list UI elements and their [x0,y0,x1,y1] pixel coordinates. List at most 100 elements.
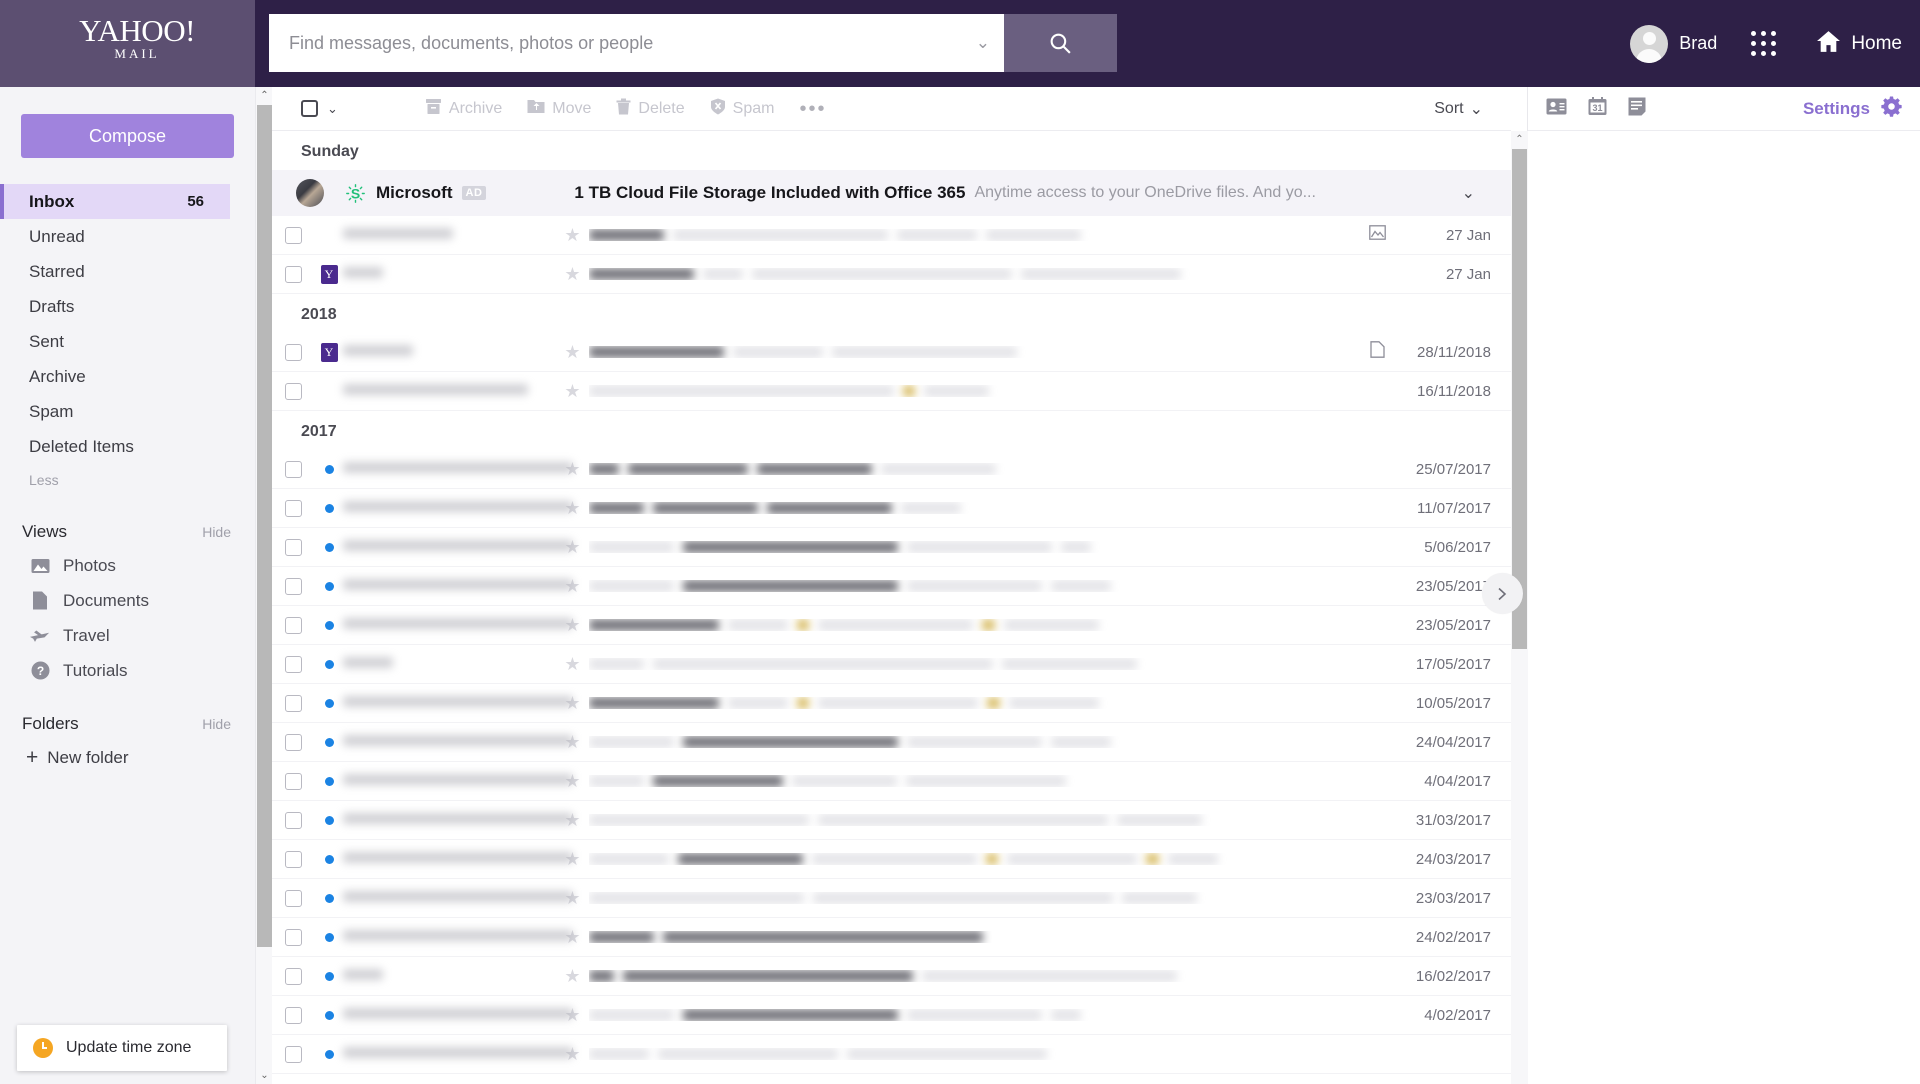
sidebar-item-archive[interactable]: Archive [0,359,255,394]
expand-panel-handle[interactable] [1482,573,1523,614]
chevron-down-icon[interactable]: ⌄ [327,101,338,117]
sidebar-scrollbar-thumb[interactable] [257,105,272,947]
row-checkbox[interactable] [285,733,302,751]
sidebar-item-tutorials[interactable]: ? Tutorials [0,653,255,688]
table-row[interactable]: ★ 16/02/2017 [272,957,1511,996]
row-checkbox[interactable] [285,265,302,283]
select-all-control[interactable]: ⌄ [301,100,338,117]
row-checkbox[interactable] [285,967,302,985]
table-row[interactable]: ★ 17/05/2017 [272,645,1511,684]
select-all-checkbox[interactable] [301,100,318,117]
table-row[interactable]: ★24/02/2017 [272,918,1511,957]
row-checkbox[interactable] [285,226,302,244]
delete-button[interactable]: Delete [616,98,685,120]
sidebar-item-photos[interactable]: Photos [0,548,255,583]
row-checkbox[interactable] [285,343,302,361]
sidebar-item-travel[interactable]: Travel [0,618,255,653]
scroll-down-icon[interactable]: ⌄ [256,1067,273,1084]
row-star-cell[interactable]: ★ [556,226,589,244]
row-star-cell[interactable]: ★ [556,967,589,985]
sidebar-item-unread[interactable]: Unread [0,219,255,254]
home-link[interactable]: Home [1816,30,1902,58]
redacted-sender [343,891,573,902]
table-row[interactable]: ★25/07/2017 [272,450,1511,489]
table-row[interactable]: ★4/04/2017 [272,762,1511,801]
row-checkbox[interactable] [285,460,302,478]
chevron-down-icon[interactable]: ⌄ [1462,183,1475,203]
row-checkbox[interactable] [285,850,302,868]
sidebar-item-starred[interactable]: Starred [0,254,255,289]
row-star-cell[interactable]: ★ [556,265,589,283]
compose-button[interactable]: Compose [21,114,234,158]
table-row[interactable]: ★23/05/2017 [272,606,1511,645]
row-checkbox[interactable] [285,772,302,790]
account-menu[interactable]: Brad [1630,24,1717,63]
folders-hide-toggle[interactable]: Hide [202,716,231,732]
calendar-icon[interactable]: 31 [1588,96,1607,121]
star-icon[interactable]: ★ [564,265,580,283]
star-icon[interactable]: ★ [564,382,580,400]
sidebar-scrollbar[interactable]: ⌃ ⌄ [255,87,272,1084]
scroll-up-icon[interactable]: ⌃ [256,87,273,104]
chevron-down-icon[interactable]: ⌄ [966,33,990,53]
table-row[interactable]: ★10/05/2017 [272,684,1511,723]
table-row[interactable]: ★5/06/2017 [272,528,1511,567]
row-checkbox[interactable] [285,499,302,517]
notepad-icon[interactable] [1628,97,1646,121]
row-checkbox[interactable] [285,616,302,634]
search-button[interactable] [1004,14,1117,72]
row-checkbox[interactable] [285,538,302,556]
row-checkbox[interactable] [285,889,302,907]
row-checkbox[interactable] [285,382,302,400]
message-list-scrollbar-thumb[interactable] [1512,149,1527,649]
row-checkbox[interactable] [285,811,302,829]
row-checkbox[interactable] [285,1006,302,1024]
apps-grid-icon[interactable] [1751,31,1777,56]
sidebar-item-drafts[interactable]: Drafts [0,289,255,324]
row-checkbox[interactable] [285,1045,302,1063]
spam-button[interactable]: Spam [710,98,774,120]
table-row[interactable]: Y ★ 28/11/2018 [272,333,1511,372]
table-row[interactable]: ★24/03/2017 [272,840,1511,879]
row-star-cell[interactable]: ★ [556,655,589,673]
move-button[interactable]: Move [527,98,591,119]
table-row[interactable]: Y ★ 27 Jan [272,255,1511,294]
contacts-icon[interactable] [1546,98,1567,120]
star-icon[interactable]: ★ [564,967,580,985]
sort-button[interactable]: Sort ⌄ [1434,99,1483,119]
sidebar-item-spam[interactable]: Spam [0,394,255,429]
row-checkbox[interactable] [285,928,302,946]
row-checkbox[interactable] [285,694,302,712]
yahoo-mail-logo[interactable]: YAHOO! MAIL [72,14,202,62]
sidebar-item-deleted-items[interactable]: Deleted Items [0,429,255,464]
table-row[interactable]: ★11/07/2017 [272,489,1511,528]
star-icon[interactable]: ★ [564,226,580,244]
show-less-toggle[interactable]: Less [0,464,255,496]
table-row[interactable]: ★23/05/2017 [272,567,1511,606]
sidebar-item-documents[interactable]: Documents [0,583,255,618]
sidebar-item-sent[interactable]: Sent [0,324,255,359]
row-star-cell[interactable]: ★ [556,382,589,400]
row-checkbox[interactable] [285,577,302,595]
row-star-cell[interactable]: ★ [556,343,589,361]
sponsored-ad-row[interactable]: S Microsoft AD 1 TB Cloud File Storage I… [272,170,1511,216]
new-folder-button[interactable]: + New folder [0,740,255,776]
more-actions-button[interactable]: ••• [799,99,826,119]
table-row[interactable]: ★31/03/2017 [272,801,1511,840]
table-row[interactable]: ★23/03/2017 [272,879,1511,918]
scroll-up-icon[interactable]: ⌃ [1511,131,1528,148]
update-timezone-toast[interactable]: Update time zone [17,1025,227,1071]
table-row[interactable]: ★ 27 Jan [272,216,1511,255]
table-row[interactable]: ★4/02/2017 [272,996,1511,1035]
table-row[interactable]: ★ 16/11/2018 [272,372,1511,411]
table-row[interactable]: ★ [272,1035,1511,1074]
settings-button[interactable]: Settings [1803,95,1903,123]
archive-button[interactable]: Archive [425,98,502,120]
star-icon[interactable]: ★ [564,655,580,673]
row-checkbox[interactable] [285,655,302,673]
search-input[interactable] [289,32,966,54]
sidebar-item-inbox[interactable]: Inbox 56 [0,184,230,219]
star-icon[interactable]: ★ [564,343,580,361]
views-hide-toggle[interactable]: Hide [202,524,231,540]
table-row[interactable]: ★24/04/2017 [272,723,1511,762]
